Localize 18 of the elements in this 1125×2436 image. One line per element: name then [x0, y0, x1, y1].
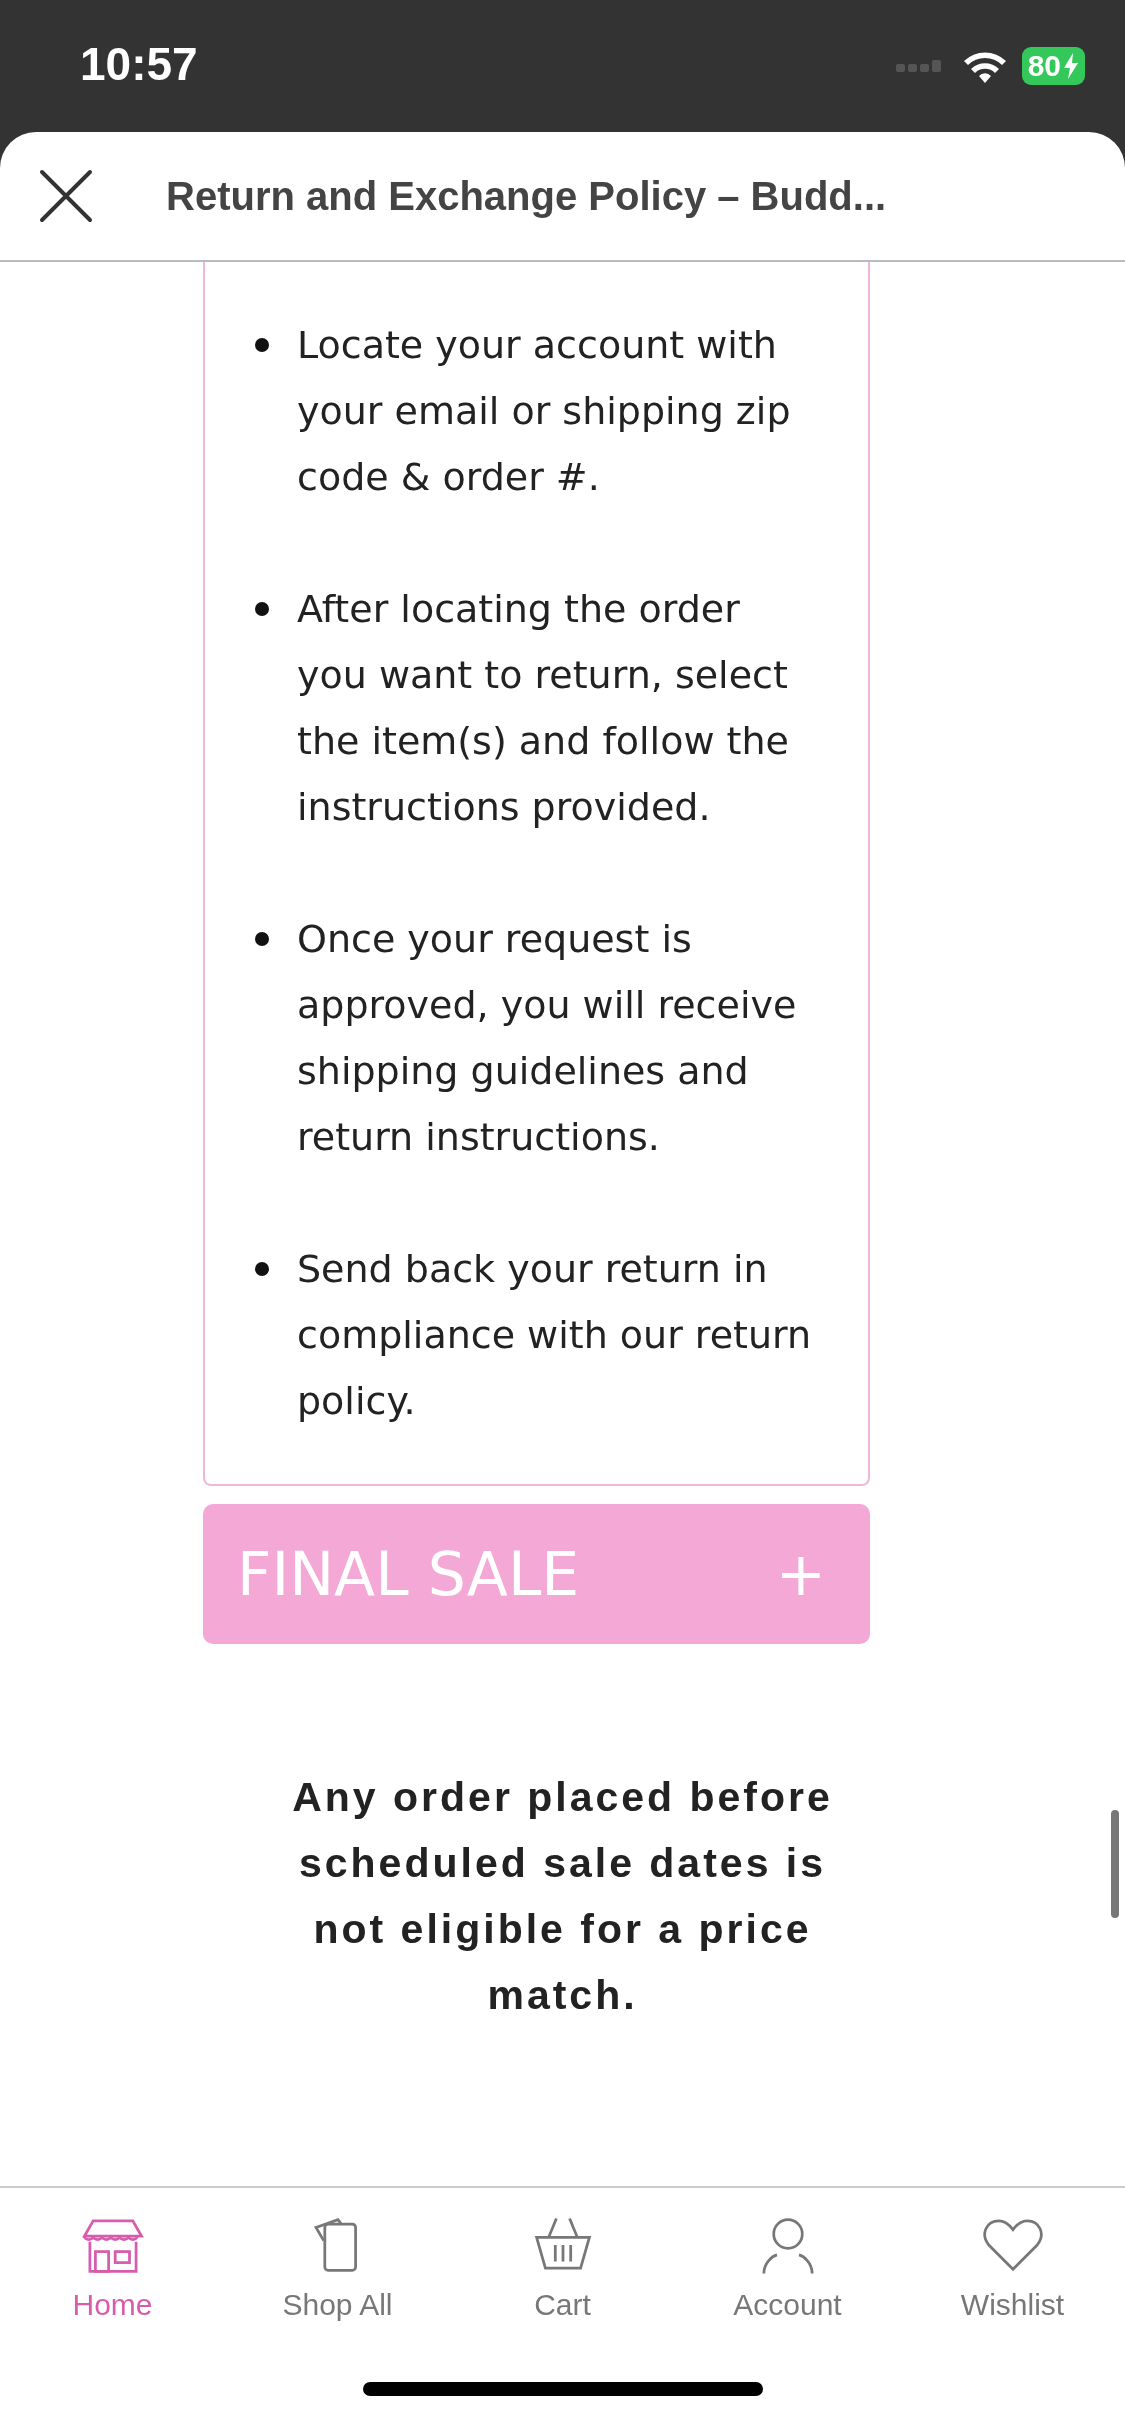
page-title: Return and Exchange Policy – Budd...: [166, 173, 887, 219]
step-text: Send back your return in compliance with our return policy.: [297, 1246, 813, 1425]
bullet-icon: [255, 932, 269, 946]
bullet-icon: [255, 602, 269, 616]
bullet-icon: [255, 338, 269, 352]
bullet-icon: [255, 1262, 269, 1276]
tab-item[interactable]: Account: [675, 2188, 900, 2348]
notice-text: Any order placed before scheduled sale dates is not eligible for a price match.: [291, 1773, 834, 2020]
step-text: Once your request is approved, you will receive shipping guidelines and return instructions.: [297, 916, 798, 1161]
signal-icon: [895, 58, 944, 74]
battery-indicator: 80: [1021, 47, 1085, 85]
tab-item[interactable]: Shop All: [225, 2188, 450, 2348]
tab-item[interactable]: Wishlist: [900, 2188, 1125, 2348]
tab-item[interactable]: Cart: [450, 2188, 675, 2348]
step-text: After locating the order you want to return, select the item(s) and follow the instructions provided.: [297, 586, 790, 831]
tab-item[interactable]: Home: [0, 2188, 225, 2348]
step-text: Locate your account with your email or shipping zip code & order #.: [297, 322, 792, 501]
status-time: 10:57: [80, 37, 199, 92]
